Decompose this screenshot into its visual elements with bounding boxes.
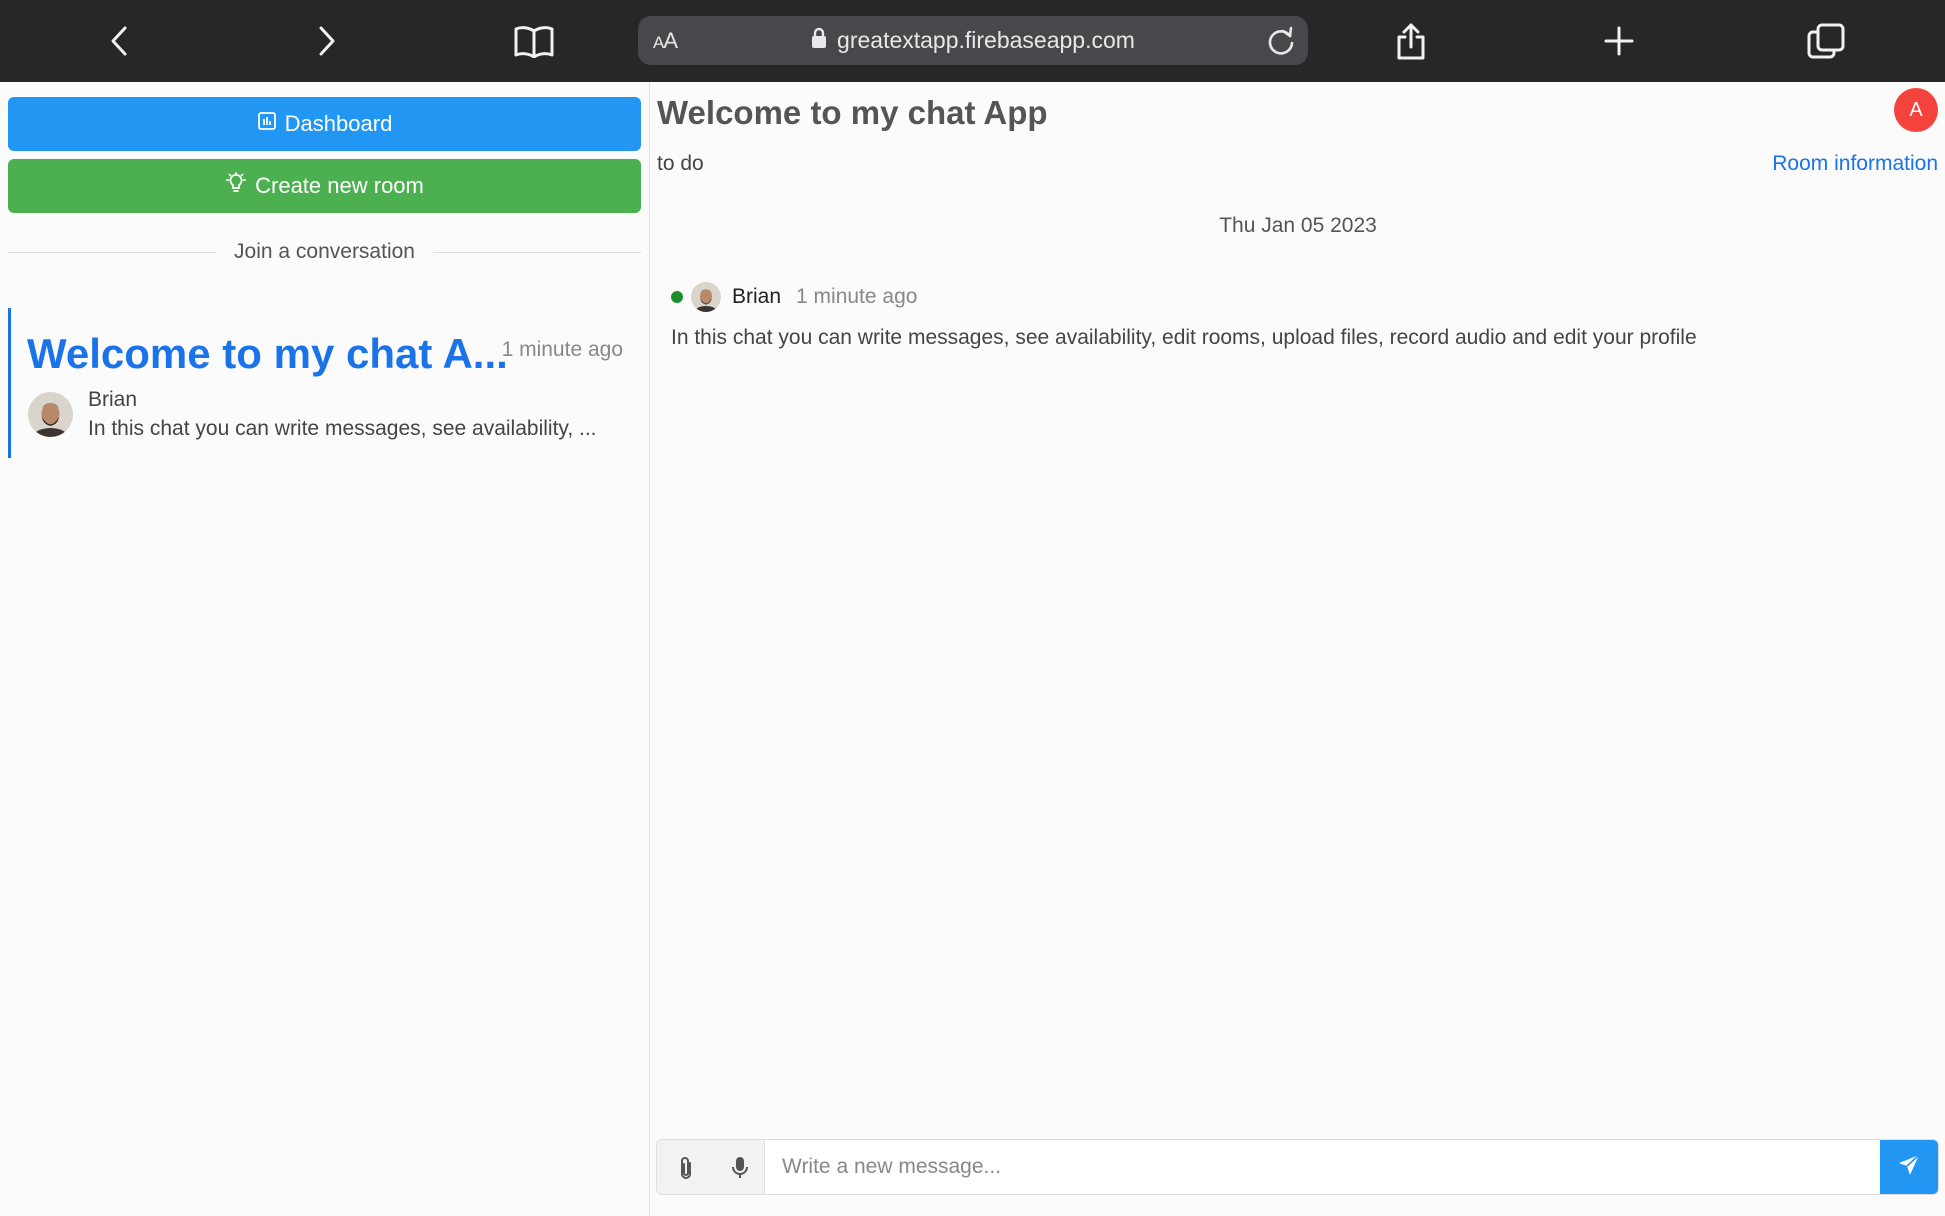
url-container: greatextapp.firebaseapp.com: [638, 16, 1308, 65]
bookmarks-icon[interactable]: [507, 14, 561, 68]
lock-icon: [811, 27, 827, 54]
create-room-label: Create new room: [255, 173, 424, 198]
share-icon[interactable]: [1384, 14, 1438, 68]
page-title: Welcome to my chat App: [657, 94, 1048, 131]
room-description: to do: [657, 152, 704, 175]
join-conversation-divider: Join a conversation: [8, 240, 642, 264]
divider-label: Join a conversation: [234, 240, 415, 263]
divider-line: [8, 251, 217, 253]
message-text: In this chat you can write messages, see…: [671, 326, 1697, 349]
avatar: [28, 392, 73, 437]
room-timestamp: 1 minute ago: [501, 338, 623, 361]
online-status-dot: [671, 291, 683, 303]
room-information-link[interactable]: Room information: [1772, 152, 1938, 176]
message-timestamp: 1 minute ago: [796, 285, 918, 308]
room-title: Welcome to my chat A...: [27, 330, 508, 377]
paperclip-icon[interactable]: [670, 1152, 702, 1184]
send-button[interactable]: [1880, 1140, 1938, 1194]
divider-line: [432, 251, 642, 253]
user-avatar[interactable]: A: [1894, 88, 1938, 132]
address-bar[interactable]: AA greatextapp.firebaseapp.com: [638, 16, 1308, 65]
composer-tools: [657, 1140, 765, 1194]
message-header: Brian 1 minute ago: [671, 282, 917, 312]
new-tab-icon[interactable]: [1592, 14, 1646, 68]
dashboard-button[interactable]: Dashboard: [8, 97, 641, 151]
back-icon[interactable]: [93, 14, 147, 68]
date-separator: Thu Jan 05 2023: [1219, 214, 1377, 237]
message-composer: [656, 1139, 1939, 1195]
lightbulb-icon: [225, 172, 247, 200]
dashboard-label: Dashboard: [284, 111, 393, 136]
create-room-button[interactable]: Create new room: [8, 159, 641, 213]
forward-icon[interactable]: [299, 14, 353, 68]
microphone-icon[interactable]: [724, 1152, 756, 1184]
chat-panel: Welcome to my chat App to do Room inform…: [651, 82, 1945, 1216]
message-author: Brian: [732, 285, 782, 308]
send-icon: [1897, 1153, 1921, 1182]
dashboard-icon: [257, 111, 277, 137]
room-last-user: Brian: [88, 388, 138, 411]
sidebar: Dashboard Create new room Join a convers…: [0, 82, 650, 1216]
tabs-icon[interactable]: [1799, 14, 1853, 68]
room-list-item[interactable]: Welcome to my chat A... 1 minute ago Bri…: [8, 308, 641, 458]
browser-toolbar: AA greatextapp.firebaseapp.com: [0, 0, 1945, 82]
room-last-message: In this chat you can write messages, see…: [88, 417, 597, 440]
avatar: [691, 282, 721, 312]
url-text: greatextapp.firebaseapp.com: [837, 27, 1135, 53]
reload-icon[interactable]: [1264, 24, 1298, 58]
message-input[interactable]: [767, 1140, 1877, 1194]
